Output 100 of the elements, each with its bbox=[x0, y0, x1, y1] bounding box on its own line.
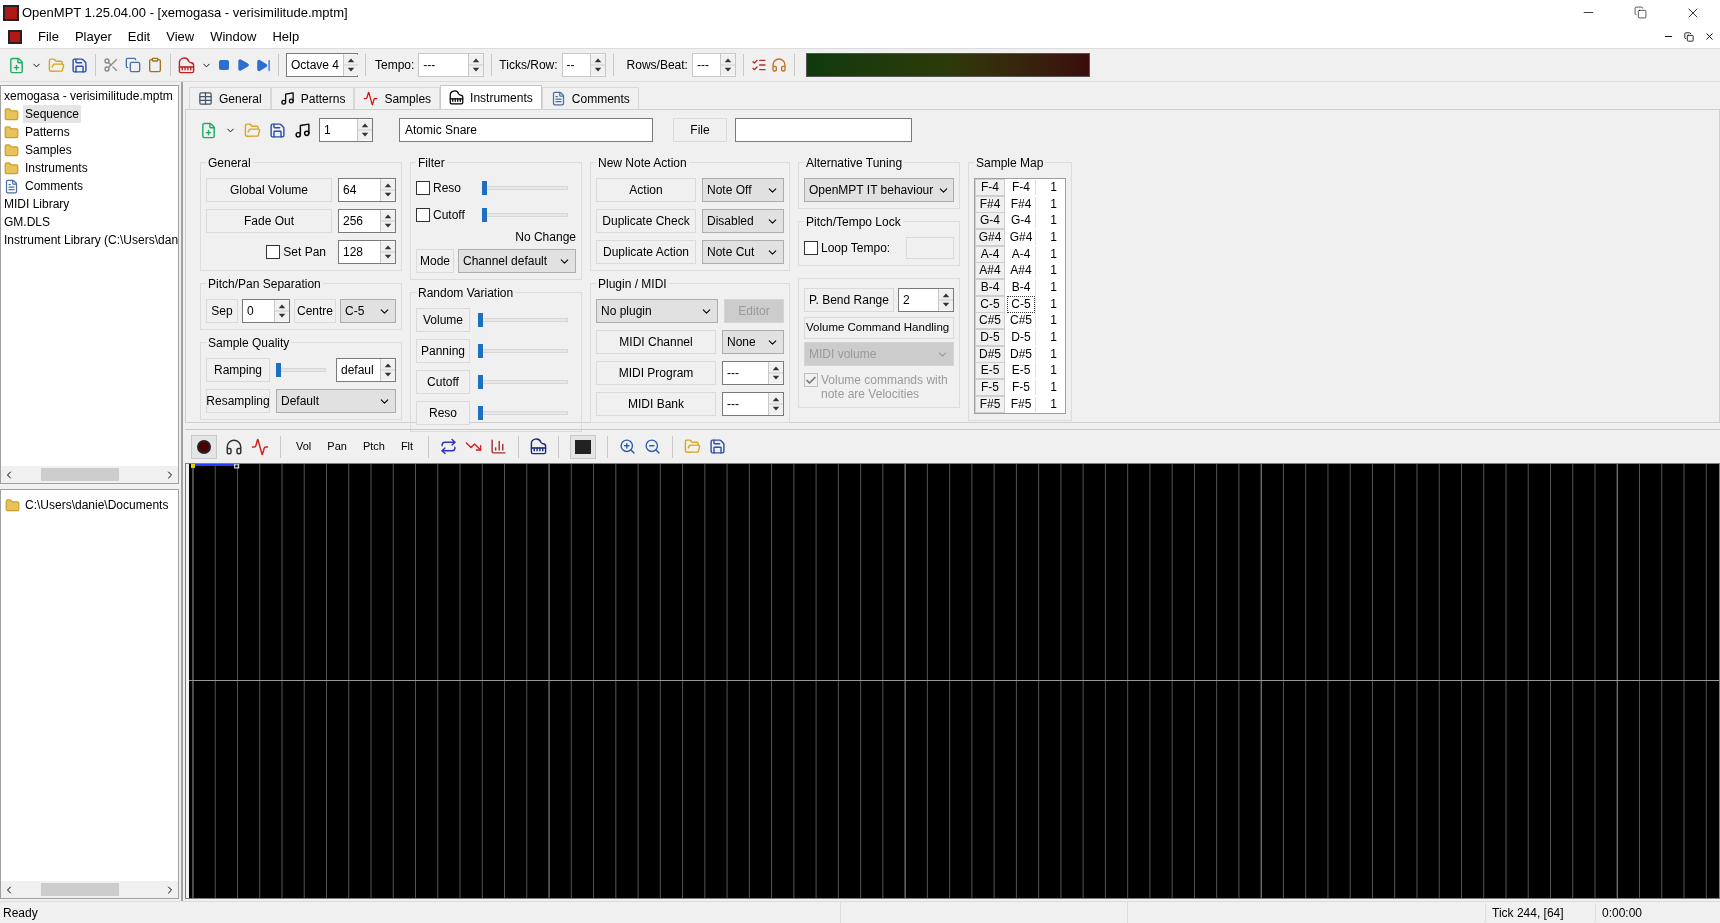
spin-arrows-icon[interactable] bbox=[380, 179, 395, 201]
sample-cell[interactable]: 1 bbox=[1035, 263, 1065, 279]
checkbox[interactable] bbox=[266, 245, 281, 259]
slider-track[interactable] bbox=[482, 181, 568, 195]
spin-arrows-icon[interactable] bbox=[938, 289, 953, 311]
dropdown[interactable]: Default bbox=[276, 389, 396, 413]
loop-icon[interactable] bbox=[440, 438, 458, 455]
note-cell[interactable]: A#4 bbox=[975, 262, 1005, 280]
sample-cell[interactable]: 1 bbox=[1035, 363, 1065, 379]
dropdown[interactable]: C-5 bbox=[340, 299, 396, 323]
music-note-icon[interactable] bbox=[294, 121, 311, 139]
horizontal-scrollbar[interactable] bbox=[1, 881, 178, 898]
chart-icon[interactable] bbox=[490, 438, 508, 455]
play-from-start-icon[interactable] bbox=[256, 57, 271, 73]
tab[interactable]: Patterns bbox=[270, 87, 355, 109]
note-cell[interactable]: E-5 bbox=[975, 362, 1005, 380]
mapped-note-cell[interactable]: F-5 bbox=[1007, 380, 1035, 396]
spin-box[interactable]: 0 bbox=[242, 299, 290, 323]
menu-item[interactable]: Player bbox=[66, 26, 120, 47]
spin-box[interactable]: Octave 4 bbox=[286, 53, 358, 77]
mapped-note-cell[interactable]: F#4 bbox=[1007, 196, 1035, 212]
tree-item[interactable]: Patterns bbox=[23, 123, 72, 141]
menu-item[interactable]: View bbox=[158, 26, 203, 47]
checklist-icon[interactable] bbox=[750, 57, 767, 73]
slider-thumb[interactable] bbox=[478, 375, 483, 389]
spin-box[interactable]: --- bbox=[722, 361, 784, 385]
mapped-note-cell[interactable]: A-4 bbox=[1007, 246, 1035, 262]
tab[interactable]: General bbox=[189, 87, 271, 109]
save-icon[interactable] bbox=[71, 56, 88, 74]
tab[interactable]: Instruments bbox=[440, 85, 542, 109]
sample-cell[interactable]: 1 bbox=[1035, 313, 1065, 329]
new-file-icon[interactable] bbox=[200, 121, 217, 139]
dropdown[interactable]: OpenMPT IT behaviour bbox=[804, 178, 954, 202]
tree-item[interactable]: Sequence bbox=[23, 105, 82, 123]
headphones-icon[interactable] bbox=[225, 437, 243, 456]
stop-icon[interactable] bbox=[218, 59, 230, 71]
envelope-type-button[interactable]: Pan bbox=[323, 438, 351, 455]
piano-icon[interactable] bbox=[530, 438, 548, 455]
spin-box[interactable]: 2 bbox=[898, 288, 954, 312]
tree-item[interactable]: Samples bbox=[23, 141, 74, 159]
spin-box[interactable]: 1 bbox=[319, 118, 373, 142]
tree-item[interactable]: Instruments bbox=[23, 159, 90, 177]
mapped-note-cell[interactable]: G-4 bbox=[1007, 213, 1035, 229]
checkbox[interactable] bbox=[416, 181, 430, 195]
note-cell[interactable]: F-4 bbox=[975, 178, 1005, 196]
menu-item[interactable]: File bbox=[30, 26, 67, 47]
slider-track[interactable] bbox=[478, 344, 568, 358]
spin-box[interactable]: 64 bbox=[338, 178, 396, 202]
tree-item[interactable]: xemogasa - verisimilitude.mptm bbox=[4, 87, 178, 105]
tree-item[interactable]: GM.DLS bbox=[4, 213, 178, 231]
tab[interactable]: Comments bbox=[541, 87, 639, 109]
slider-thumb[interactable] bbox=[478, 344, 483, 358]
spin-arrows-icon[interactable] bbox=[357, 119, 372, 141]
envelope-type-button[interactable]: Flt bbox=[396, 438, 418, 455]
spin-box[interactable]: --- bbox=[418, 53, 485, 77]
slider-thumb[interactable] bbox=[276, 363, 281, 377]
tab[interactable]: Samples bbox=[354, 87, 441, 109]
zoom-out-icon[interactable] bbox=[644, 438, 662, 455]
spin-box[interactable]: --- bbox=[722, 392, 784, 416]
slider-thumb[interactable] bbox=[478, 406, 483, 420]
menu-item[interactable]: Edit bbox=[119, 26, 159, 47]
checkbox[interactable] bbox=[416, 208, 430, 222]
save-icon[interactable] bbox=[709, 438, 727, 455]
restore-icon[interactable] bbox=[1684, 31, 1694, 42]
menu-item[interactable]: Window bbox=[202, 26, 265, 47]
mapped-note-cell[interactable]: D-5 bbox=[1007, 330, 1035, 346]
checkbox[interactable] bbox=[804, 241, 818, 255]
sample-cell[interactable]: 1 bbox=[1035, 396, 1065, 412]
tree-item[interactable]: MIDI Library bbox=[4, 195, 178, 213]
slider-thumb[interactable] bbox=[482, 208, 487, 222]
save-icon[interactable] bbox=[269, 121, 286, 139]
spin-box[interactable]: -- bbox=[561, 53, 606, 77]
instrument-name-field[interactable]: Atomic Snare bbox=[399, 118, 653, 142]
sample-cell[interactable]: 1 bbox=[1035, 229, 1065, 245]
tree-item[interactable]: Instrument Library (C:\Users\dan bbox=[4, 231, 178, 249]
spin-arrows-icon[interactable] bbox=[768, 362, 783, 384]
spin-arrows-icon[interactable] bbox=[274, 300, 289, 322]
slider-track[interactable] bbox=[482, 208, 568, 222]
dropdown[interactable]: Disabled bbox=[702, 209, 784, 233]
sample-cell[interactable]: 1 bbox=[1035, 346, 1065, 362]
note-cell[interactable]: C#5 bbox=[975, 312, 1005, 330]
mapped-note-cell[interactable]: A#4 bbox=[1007, 263, 1035, 279]
dropdown[interactable]: Note Cut bbox=[702, 240, 784, 264]
spin-arrows-icon[interactable] bbox=[768, 393, 783, 415]
sample-cell[interactable]: 1 bbox=[1035, 279, 1065, 295]
mapped-note-cell[interactable]: C#5 bbox=[1007, 313, 1035, 329]
mapped-note-cell[interactable]: E-5 bbox=[1007, 363, 1035, 379]
keyboard-icon[interactable] bbox=[178, 56, 195, 74]
mapped-note-cell[interactable]: F-4 bbox=[1007, 179, 1035, 195]
file-button[interactable]: File bbox=[673, 118, 727, 142]
spin-box[interactable]: --- bbox=[691, 53, 736, 77]
paste-icon[interactable] bbox=[147, 57, 163, 73]
menu-item[interactable]: Help bbox=[264, 26, 308, 47]
copy-icon[interactable] bbox=[125, 57, 141, 73]
dropdown[interactable]: Channel default bbox=[458, 249, 576, 273]
new-file-icon[interactable] bbox=[8, 56, 25, 74]
spin-arrows-icon[interactable] bbox=[380, 359, 395, 381]
sample-map-table[interactable]: F-4 F-4 1 F#4 F#4 1 G-4 G-4 1 G#4 G#4 1 A-4 A-4 1 A#4 A#4 1 B-4 B-4 1 C-5 C-5 1 C#5 C#5 1 D-5 D-5 1 D#5 D#5 1 E-5 E-5 1 F-5 F-5 1 F#5 F#5 1 bbox=[974, 178, 1066, 414]
slider-track[interactable] bbox=[276, 363, 326, 377]
tree-item[interactable]: Comments bbox=[23, 177, 85, 195]
